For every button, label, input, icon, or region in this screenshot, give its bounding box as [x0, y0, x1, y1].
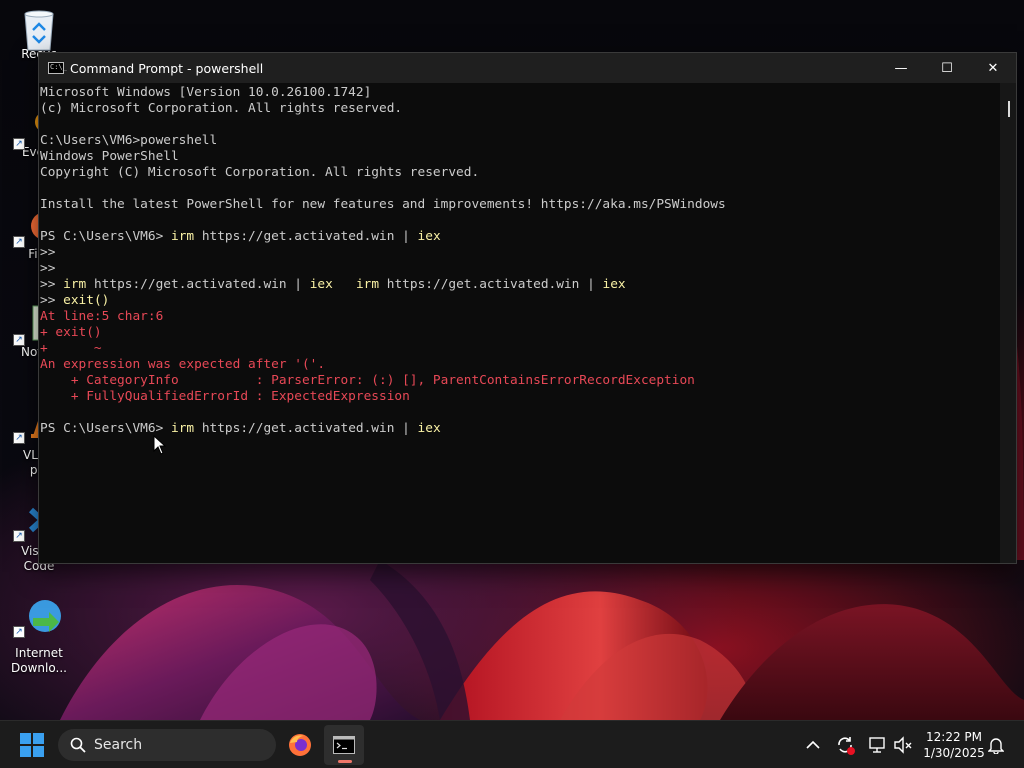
shortcut-arrow-icon: ↗	[13, 530, 25, 542]
taskbar-search-box[interactable]: Search	[58, 729, 276, 761]
console-line: Copyright (C) Microsoft Corporation. All…	[40, 165, 1000, 181]
console-line: An expression was expected after '('.	[40, 357, 1000, 373]
console-line: >> exit()	[40, 293, 1000, 309]
active-app-indicator	[338, 760, 352, 763]
console-text-segment: iex	[417, 421, 441, 436]
console-text-segment: >>	[40, 245, 56, 260]
console-text-segment: >>	[40, 277, 64, 292]
bell-icon	[988, 738, 1004, 754]
console-text-segment: iex	[309, 277, 333, 292]
console-text-segment: PS C:\Users\VM6>	[40, 229, 171, 244]
console-line: At line:5 char:6	[40, 309, 1000, 325]
console-text-segment: exit()	[63, 293, 110, 308]
console-line: >>	[40, 245, 1000, 261]
minimize-button[interactable]: —	[878, 53, 924, 83]
console-text-segment: irm	[355, 277, 380, 292]
console-text-segment: + exit()	[40, 325, 102, 340]
desktop-icon-label-line2: Downlo...	[11, 661, 67, 675]
console-line: PS C:\Users\VM6> irm https://get.activat…	[40, 421, 1000, 437]
console-text-segment: Copyright (C) Microsoft Corporation. All…	[40, 165, 480, 180]
clock-date: 1/30/2025	[923, 746, 985, 760]
volume-muted-icon	[894, 736, 912, 754]
console-text-segment: C:\Users\VM6>powershell	[40, 133, 218, 148]
mouse-pointer-icon	[153, 435, 167, 455]
shortcut-arrow-icon: ↗	[13, 432, 25, 444]
search-label: Search	[94, 737, 143, 753]
console-text-segment: irm	[170, 229, 195, 244]
console-output[interactable]: Microsoft Windows [Version 10.0.26100.17…	[39, 83, 1000, 563]
console-text-segment: Windows PowerShell	[40, 149, 179, 164]
console-text-segment: (c) Microsoft Corporation. All rights re…	[40, 101, 403, 116]
command-prompt-window[interactable]: C:\_ Command Prompt - powershell — ☐ ✕ M…	[38, 52, 1017, 564]
console-line: (c) Microsoft Corporation. All rights re…	[40, 101, 1000, 117]
console-line: Install the latest PowerShell for new fe…	[40, 197, 1000, 213]
recycle-bin-icon	[19, 8, 59, 51]
console-text-segment: irm	[170, 421, 195, 436]
console-line: + ~	[40, 341, 1000, 357]
console-text-segment: + FullyQualifiedErrorId : ExpectedExpres…	[40, 389, 410, 404]
console-text-segment: https://get.activated.win |	[86, 277, 310, 292]
tray-network-button[interactable]	[864, 721, 890, 768]
console-text-segment: >>	[40, 293, 64, 308]
window-titlebar[interactable]: C:\_ Command Prompt - powershell — ☐ ✕	[39, 53, 1016, 83]
console-text-segment	[333, 277, 356, 292]
console-text-segment: At line:5 char:6	[40, 309, 164, 324]
internet-download-manager-icon: ↗	[13, 596, 61, 638]
shortcut-arrow-icon: ↗	[13, 626, 25, 638]
console-text-segment: Microsoft Windows [Version 10.0.26100.17…	[40, 85, 372, 100]
shortcut-arrow-icon: ↗	[13, 334, 25, 346]
console-text-segment: https://get.activated.win |	[379, 277, 603, 292]
chevron-up-icon	[806, 740, 820, 749]
console-line: Microsoft Windows [Version 10.0.26100.17…	[40, 85, 1000, 101]
console-text-segment: https://get.activated.win |	[194, 229, 418, 244]
command-prompt-icon	[333, 736, 355, 754]
console-text-segment: + ~	[40, 341, 102, 356]
taskbar-clock[interactable]: 12:22 PM 1/30/2025	[920, 729, 988, 761]
taskbar-command-prompt-button[interactable]	[324, 725, 364, 765]
tray-volume-button[interactable]	[890, 721, 916, 768]
shortcut-arrow-icon: ↗	[13, 236, 25, 248]
scrollbar-thumb[interactable]	[1008, 101, 1010, 117]
shortcut-arrow-icon: ↗	[13, 138, 25, 150]
windows-start-icon[interactable]	[20, 733, 44, 757]
console-line: Windows PowerShell	[40, 149, 1000, 165]
command-prompt-icon: C:\_	[48, 62, 67, 74]
desktop-icon-label: Internet	[15, 646, 63, 660]
console-text-segment: An expression was expected after '('.	[40, 357, 326, 372]
console-text-segment: iex	[417, 229, 441, 244]
network-icon	[869, 737, 885, 753]
taskbar: Search 12:22 PM 1/30/2025	[0, 720, 1024, 768]
notifications-button[interactable]	[984, 721, 1008, 768]
clock-time: 12:22 PM	[926, 730, 982, 744]
search-icon	[70, 737, 86, 753]
firefox-icon	[289, 734, 311, 756]
desktop-icon-idm[interactable]: ↗ Internet Downlo...	[4, 596, 74, 676]
console-text-segment: irm	[63, 277, 87, 292]
console-line: PS C:\Users\VM6> irm https://get.activat…	[40, 229, 1000, 245]
console-text-segment: + CategoryInfo : ParserError: (:) [], Pa…	[40, 373, 695, 388]
sync-alert-icon	[838, 737, 855, 755]
console-text-segment: Install the latest PowerShell for new fe…	[40, 197, 726, 212]
window-title: Command Prompt - powershell	[70, 60, 264, 76]
tray-sync-button[interactable]	[832, 721, 858, 768]
console-text-segment: >>	[40, 261, 56, 276]
console-text-segment: https://get.activated.win |	[194, 421, 418, 436]
console-scrollbar[interactable]	[1000, 83, 1016, 563]
console-line: C:\Users\VM6>powershell	[40, 133, 1000, 149]
console-line: + exit()	[40, 325, 1000, 341]
console-line: + CategoryInfo : ParserError: (:) [], Pa…	[40, 373, 1000, 389]
close-button[interactable]: ✕	[970, 53, 1016, 83]
taskbar-firefox-button[interactable]	[280, 725, 320, 765]
console-text-segment: iex	[602, 277, 626, 292]
maximize-button[interactable]: ☐	[924, 53, 970, 83]
console-line: + FullyQualifiedErrorId : ExpectedExpres…	[40, 389, 1000, 405]
console-text-segment: PS C:\Users\VM6>	[40, 421, 171, 436]
console-line: >> irm https://get.activated.win | iex i…	[40, 277, 1000, 293]
show-hidden-icons-button[interactable]	[800, 721, 826, 768]
console-line: >>	[40, 261, 1000, 277]
